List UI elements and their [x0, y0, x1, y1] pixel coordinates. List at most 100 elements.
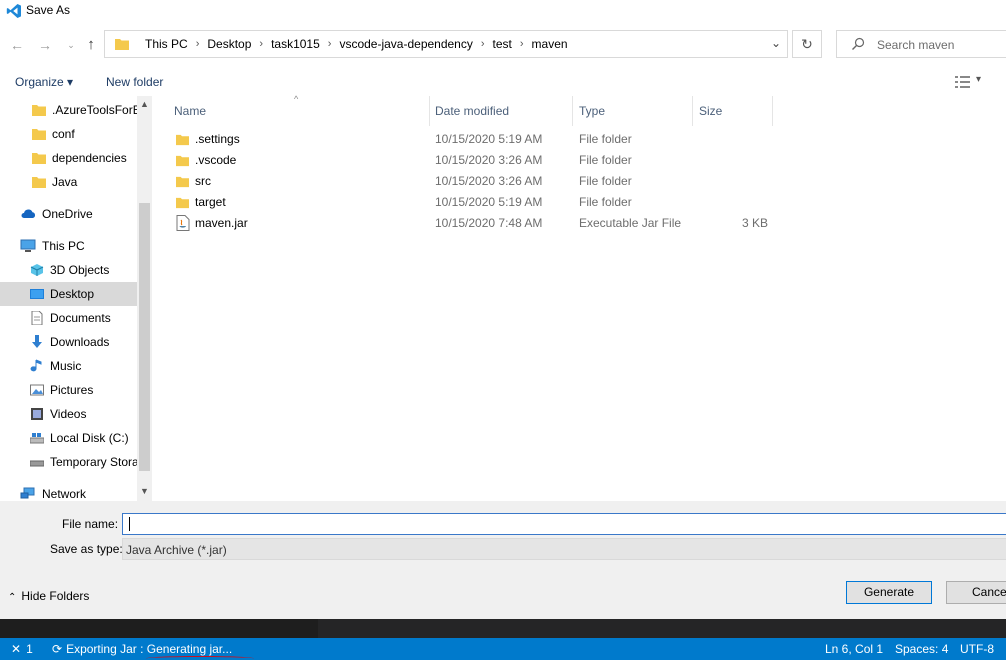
save-as-type-select[interactable]: Java Archive (*.jar) — [122, 538, 1006, 560]
sidebar-item-desktop[interactable]: Desktop — [0, 282, 152, 306]
network-icon — [20, 487, 35, 499]
address-dropdown-chevron-icon[interactable]: ⌄ — [771, 36, 781, 50]
column-divider[interactable] — [692, 96, 693, 126]
sidebar-item-label: Java — [52, 175, 78, 189]
back-arrow-icon[interactable]: ← — [8, 37, 26, 53]
recent-locations-chevron-icon[interactable]: ⌄ — [62, 37, 80, 53]
file-name: target — [195, 195, 226, 209]
sidebar-item-music[interactable]: Music — [0, 354, 152, 378]
file-type: File folder — [579, 174, 632, 188]
refresh-button[interactable]: ↻ — [792, 30, 822, 58]
column-divider[interactable] — [429, 96, 430, 126]
breadcrumb-separator-icon[interactable]: › — [479, 38, 487, 50]
cancel-button[interactable]: Cancel — [946, 581, 1006, 604]
jar-file-icon — [176, 215, 190, 231]
sidebar-item-dependencies[interactable]: dependencies — [0, 146, 152, 170]
sidebar-item-azuretools[interactable]: .AzureToolsForEc — [0, 98, 152, 122]
file-name: src — [195, 174, 211, 188]
sidebar-item-label: Music — [50, 359, 82, 373]
new-folder-button[interactable]: New folder — [106, 75, 163, 89]
folder-icon — [115, 39, 129, 50]
sidebar-item-pictures[interactable]: Pictures — [0, 378, 152, 402]
sidebar-item-videos[interactable]: Videos — [0, 402, 152, 426]
breadcrumb-separator-icon[interactable]: › — [518, 38, 526, 50]
file-name: maven.jar — [195, 216, 248, 230]
table-row[interactable]: .settings 10/15/2020 5:19 AM File folder — [174, 129, 774, 150]
scroll-up-arrow-icon[interactable]: ▲ — [140, 99, 149, 109]
breadcrumb-separator-icon[interactable]: › — [257, 38, 265, 50]
sidebar-item-onedrive[interactable]: OneDrive — [0, 202, 152, 226]
computer-icon — [20, 239, 36, 252]
search-box[interactable]: Search maven — [836, 30, 1006, 58]
sidebar-item-label: OneDrive — [42, 207, 93, 221]
breadcrumb-item-maven[interactable]: maven — [526, 37, 574, 51]
breadcrumb-separator-icon[interactable]: › — [326, 38, 334, 50]
column-header-name[interactable]: Name — [174, 104, 206, 124]
folder-icon — [32, 153, 46, 164]
sidebar-item-downloads[interactable]: Downloads — [0, 330, 152, 354]
table-row[interactable]: maven.jar 10/15/2020 7:48 AM Executable … — [174, 213, 774, 234]
file-name-input[interactable] — [122, 513, 1006, 535]
document-icon — [31, 311, 43, 325]
cursor-position[interactable]: Ln 6, Col 1 — [825, 642, 883, 656]
address-bar[interactable]: This PC › Desktop › task1015 › vscode-ja… — [104, 30, 788, 58]
folder-icon — [176, 155, 189, 167]
file-date: 10/15/2020 5:19 AM — [435, 195, 543, 209]
sidebar-item-conf[interactable]: conf — [0, 122, 152, 146]
encoding-setting[interactable]: UTF-8 — [960, 642, 994, 656]
file-name: .settings — [195, 132, 240, 146]
save-as-type-label: Save as type: — [50, 542, 123, 556]
breadcrumb-item-desktop[interactable]: Desktop — [201, 37, 257, 51]
hide-folders-label: Hide Folders — [21, 589, 90, 603]
search-icon — [852, 37, 865, 50]
table-row[interactable]: .vscode 10/15/2020 3:26 AM File folder — [174, 150, 774, 171]
sidebar-item-java[interactable]: Java — [0, 170, 152, 194]
download-icon — [32, 335, 42, 348]
cloud-icon — [21, 209, 36, 218]
table-row[interactable]: target 10/15/2020 5:19 AM File folder — [174, 192, 774, 213]
sidebar-item-label: dependencies — [52, 151, 127, 165]
hide-folders-button[interactable]: ⌃ Hide Folders — [8, 589, 89, 603]
sidebar-item-network[interactable]: Network — [0, 482, 152, 501]
task-progress-label: Exporting Jar : Generating jar... — [66, 642, 233, 656]
breadcrumb-item-test[interactable]: test — [487, 37, 518, 51]
picture-icon — [30, 384, 44, 396]
command-toolbar: Organize ▾ New folder ▾ — [0, 68, 1006, 96]
column-divider[interactable] — [572, 96, 573, 126]
forward-arrow-icon[interactable]: → — [36, 37, 54, 53]
scroll-down-arrow-icon[interactable]: ▼ — [140, 486, 149, 496]
breadcrumb-item-this-pc[interactable]: This PC — [139, 37, 194, 51]
generate-button[interactable]: Generate — [846, 581, 932, 604]
breadcrumb-item-task1015[interactable]: task1015 — [265, 37, 326, 51]
folder-icon — [176, 134, 189, 146]
editor-background-strip — [0, 619, 1006, 638]
column-header-type[interactable]: Type — [579, 104, 605, 124]
file-list[interactable]: ^ Name Date modified Type Size .settings… — [154, 94, 1006, 501]
cube-icon — [30, 264, 44, 276]
change-view-button[interactable]: ▾ — [955, 74, 995, 90]
disk-icon — [30, 433, 44, 444]
text-caret — [129, 517, 130, 531]
column-header-date-modified[interactable]: Date modified — [435, 104, 509, 124]
breadcrumb-item-vscode-java-dependency[interactable]: vscode-java-dependency — [333, 37, 478, 51]
sidebar-item-local-disk[interactable]: Local Disk (C:) — [0, 426, 152, 450]
save-options-panel: File name: Save as type: Java Archive (*… — [0, 501, 1006, 619]
task-progress[interactable]: ⟳ Exporting Jar : Generating jar... — [52, 642, 232, 656]
organize-button[interactable]: Organize ▾ — [15, 75, 73, 89]
search-input[interactable]: Search maven — [877, 38, 954, 52]
sidebar-item-3d-objects[interactable]: 3D Objects — [0, 258, 152, 282]
remote-indicator[interactable]: ✕ 1 — [11, 642, 33, 656]
up-arrow-icon[interactable]: ↑ — [82, 37, 100, 53]
sidebar-item-this-pc[interactable]: This PC — [0, 234, 152, 258]
navigation-pane[interactable]: .AzureToolsForEc conf dependencies Java … — [0, 96, 152, 501]
breadcrumb-separator-icon[interactable]: › — [194, 38, 202, 50]
sidebar-item-temporary-storage[interactable]: Temporary Stora — [0, 450, 152, 474]
file-name: .vscode — [195, 153, 237, 167]
table-row[interactable]: src 10/15/2020 3:26 AM File folder — [174, 171, 774, 192]
column-divider[interactable] — [772, 96, 773, 126]
column-header-size[interactable]: Size — [699, 104, 722, 124]
sidebar-item-documents[interactable]: Documents — [0, 306, 152, 330]
indentation-setting[interactable]: Spaces: 4 — [895, 642, 948, 656]
window-title: Save As — [26, 3, 71, 17]
scrollbar-thumb[interactable] — [139, 203, 150, 471]
